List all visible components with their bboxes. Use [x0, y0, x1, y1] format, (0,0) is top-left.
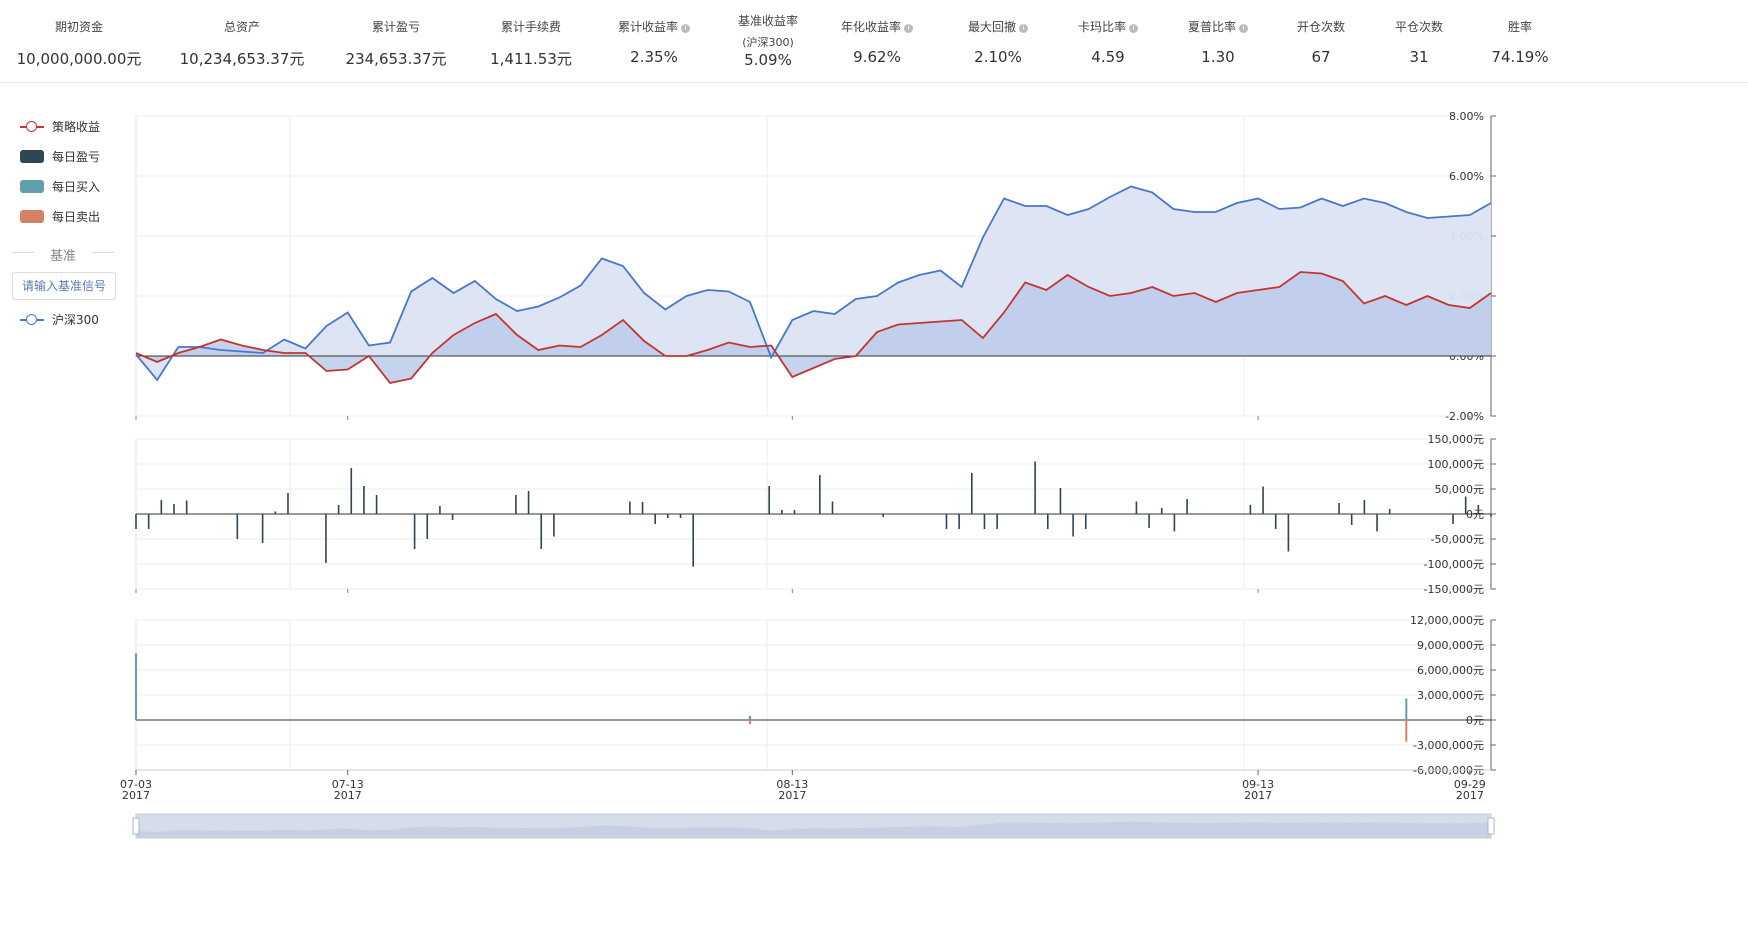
pnl-bar [375, 495, 378, 514]
pnl-bar [553, 514, 555, 537]
zoom-handle-icon[interactable] [1487, 817, 1495, 835]
pnl-bar [1262, 486, 1264, 514]
y-tick-label: 50,000元 [1435, 483, 1485, 496]
pnl-bar [1034, 461, 1036, 514]
buy-bar [135, 653, 137, 720]
pnl-bar [793, 510, 796, 514]
pnl-bar [337, 505, 340, 514]
pnl-bar [274, 511, 277, 514]
pnl-bar [185, 500, 188, 514]
x-tick-year: 2017 [1456, 789, 1484, 802]
pnl-bar [1249, 505, 1252, 514]
y-tick-label: -150,000元 [1424, 583, 1484, 596]
pnl-bar [1287, 514, 1290, 552]
pnl-bar [654, 514, 657, 524]
pnl-bar [173, 504, 175, 514]
y-tick-label: 6.00% [1449, 170, 1484, 183]
pnl-bar [819, 475, 821, 514]
pnl-bar [945, 514, 948, 529]
y-tick-label: 150,000元 [1428, 433, 1485, 446]
pnl-bar [1148, 514, 1150, 528]
pnl-bar [540, 514, 543, 549]
y-tick-label: 12,000,000元 [1410, 614, 1484, 627]
y-tick-label: 9,000,000元 [1417, 639, 1484, 652]
y-tick-label: -2.00% [1445, 410, 1484, 423]
pnl-bar [363, 486, 365, 514]
pnl-bar [667, 514, 669, 518]
pnl-bar [1363, 500, 1366, 514]
pnl-bar [1084, 514, 1087, 529]
pnl-bar [426, 514, 429, 539]
pnl-bar [983, 514, 986, 529]
pnl-bar [641, 502, 644, 514]
pnl-bar [1274, 514, 1277, 529]
pnl-bar [439, 506, 441, 514]
y-tick-label: 100,000元 [1428, 458, 1485, 471]
pnl-bar [1452, 514, 1454, 524]
pnl-bar [781, 510, 783, 514]
pnl-bar [1388, 509, 1391, 514]
pnl-bar [1464, 496, 1467, 514]
sell-bar [748, 720, 751, 725]
zoom-handle-icon[interactable] [132, 817, 140, 835]
charts-area: 8.00%6.00%4.00%2.00%0.00%-2.00%150,000元1… [120, 110, 1496, 839]
pnl-bar [527, 491, 530, 514]
x-tick-year: 2017 [334, 789, 362, 802]
pnl-bar [160, 500, 163, 514]
pnl-bar [236, 514, 239, 539]
y-tick-label: 6,000,000元 [1417, 664, 1484, 677]
pnl-bar [679, 514, 682, 518]
pnl-bar [882, 514, 884, 517]
pnl-bar [515, 495, 517, 514]
buy-bar [748, 715, 751, 720]
pnl-bar [135, 514, 137, 529]
pnl-bar [1160, 508, 1163, 514]
pnl-bar [1338, 503, 1340, 514]
pnl-bar [1350, 514, 1353, 525]
pnl-bar [768, 486, 770, 514]
pnl-bar [350, 468, 353, 514]
pnl-bar [325, 514, 327, 563]
pnl-bar [1046, 514, 1049, 529]
pnl-bar [1376, 514, 1378, 532]
x-tick-year: 2017 [1244, 789, 1272, 802]
y-tick-label: 8.00% [1449, 110, 1484, 123]
pnl-bar [413, 514, 416, 549]
pnl-bar [692, 514, 694, 567]
y-tick-label: -100,000元 [1424, 558, 1484, 571]
pnl-bar [451, 514, 454, 520]
pnl-bar [1135, 501, 1138, 514]
pnl-bar [1173, 514, 1176, 532]
pnl-bar [1490, 514, 1492, 517]
pnl-bar [1477, 505, 1480, 514]
sell-bar [1405, 720, 1408, 742]
pnl-bar [970, 473, 973, 514]
pnl-bar [261, 514, 264, 543]
pnl-bar [1186, 499, 1188, 514]
pnl-bar [287, 493, 289, 514]
pnl-bar [1059, 488, 1062, 514]
y-tick-label: -3,000,000元 [1413, 739, 1484, 752]
pnl-bar [147, 514, 150, 529]
buy-bar [1405, 698, 1408, 720]
pnl-bar [831, 501, 834, 514]
pnl-bar [958, 514, 960, 529]
y-tick-label: 3,000,000元 [1417, 689, 1484, 702]
x-tick-year: 2017 [778, 789, 806, 802]
pnl-bar [996, 514, 998, 529]
pnl-bar [1072, 514, 1074, 537]
pnl-bar [629, 501, 631, 514]
x-tick-year: 2017 [122, 789, 150, 802]
y-tick-label: -50,000元 [1431, 533, 1484, 546]
